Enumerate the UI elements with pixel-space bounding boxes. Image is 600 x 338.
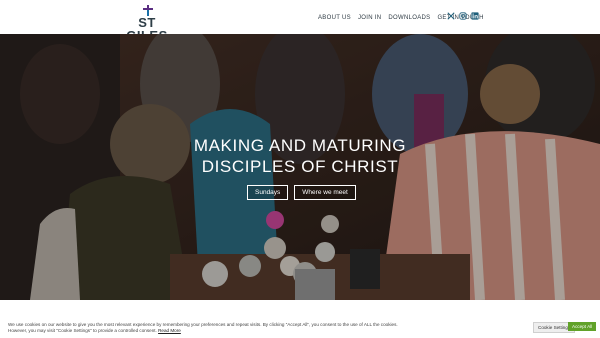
cookie-notice-text: We use cookies on our website to give yo…	[8, 322, 398, 333]
accept-all-button[interactable]: Accept All	[568, 322, 597, 331]
nav-item-about-us[interactable]: ABOUT US	[318, 15, 351, 21]
site-logo[interactable]: ST GILES	[119, 5, 175, 42]
where-we-meet-button[interactable]: Where we meet	[294, 185, 356, 200]
sundays-button[interactable]: Sundays	[247, 185, 289, 200]
hero-title-line-1: MAKING AND MATURING	[193, 136, 407, 155]
hero-title: MAKING AND MATURING DISCIPLES OF CHRIST	[150, 135, 450, 177]
x-twitter-icon[interactable]	[447, 12, 455, 20]
social-links	[447, 12, 483, 20]
site-header: ST GILES ABOUT US JOIN IN DOWNLOADS GET …	[0, 0, 600, 42]
nav-item-join-in[interactable]: JOIN IN	[358, 15, 381, 21]
nav-item-downloads[interactable]: DOWNLOADS	[388, 15, 430, 21]
hero-buttons: Sundays Where we meet	[247, 185, 362, 200]
hero-title-line-2: DISCIPLES OF CHRIST	[201, 157, 399, 176]
instagram-icon[interactable]	[459, 12, 467, 20]
hero-banner: MAKING AND MATURING DISCIPLES OF CHRIST …	[0, 34, 600, 300]
linkedin-icon[interactable]	[471, 12, 479, 20]
cookie-notice: We use cookies on our website to give yo…	[8, 322, 418, 334]
cookie-consent-bar: We use cookies on our website to give yo…	[0, 300, 600, 338]
read-more-link[interactable]: Read More	[158, 328, 181, 333]
